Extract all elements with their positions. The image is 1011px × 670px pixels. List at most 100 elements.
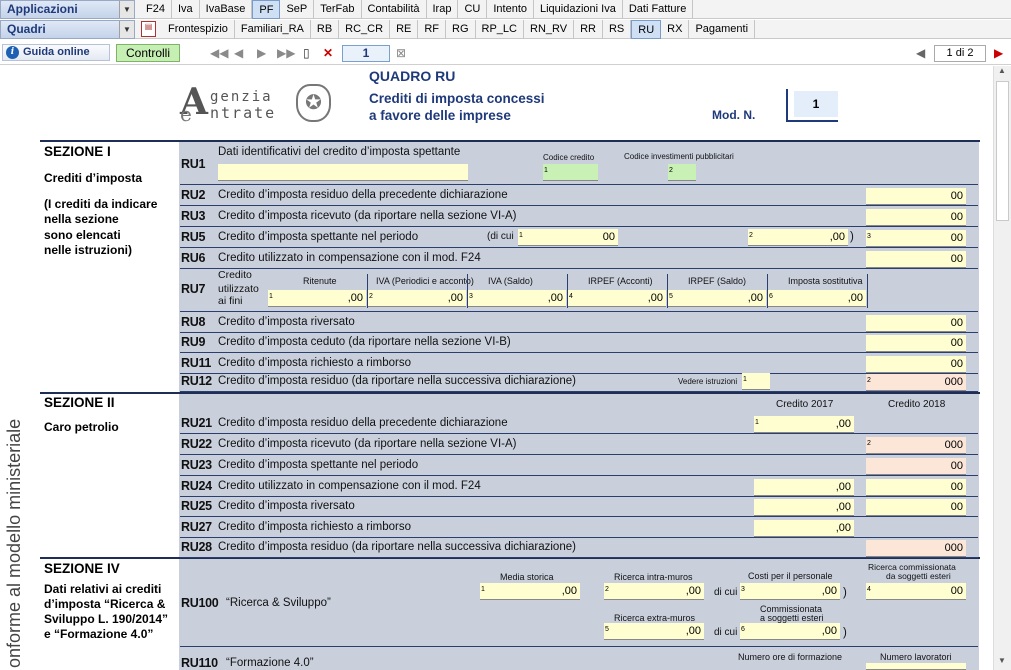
ru100-ricerca-intra[interactable]: 2,00 bbox=[604, 583, 704, 600]
ru1-codice-investimenti[interactable]: 2 bbox=[668, 164, 696, 181]
ru23-field[interactable]: 00 bbox=[866, 458, 966, 475]
ru1-id-field[interactable] bbox=[218, 164, 468, 181]
field-value: 00 bbox=[602, 231, 615, 243]
scroll-up-icon[interactable]: ▲ bbox=[998, 66, 1006, 75]
controlli-button[interactable]: Controlli bbox=[116, 44, 180, 62]
ru100-costi-personale[interactable]: 3,00 bbox=[740, 583, 840, 600]
delete-page-icon[interactable]: ✕ bbox=[323, 46, 333, 60]
ru100-media-storica[interactable]: 1,00 bbox=[480, 583, 580, 600]
scroll-thumb[interactable] bbox=[996, 81, 1009, 221]
tab-intento[interactable]: Intento bbox=[487, 0, 534, 19]
ru7-field-1[interactable]: 1,00 bbox=[268, 290, 366, 307]
tab-dati-fatture[interactable]: Dati Fatture bbox=[623, 0, 694, 19]
tab-rn-rv[interactable]: RN_RV bbox=[524, 20, 575, 39]
field-index: 2 bbox=[749, 232, 753, 239]
ru8-field[interactable]: 00 bbox=[866, 315, 966, 332]
last-page-icon[interactable]: ▶▶ bbox=[277, 46, 295, 60]
applicazioni-combo[interactable]: Applicazioni ▼ bbox=[0, 0, 135, 19]
tab-liquidazioni-iva[interactable]: Liquidazioni Iva bbox=[534, 0, 623, 19]
chevron-down-icon[interactable]: ▼ bbox=[119, 21, 134, 38]
next-module-icon[interactable]: ▶ bbox=[994, 46, 1003, 60]
ru24-field[interactable]: ,00 bbox=[754, 479, 854, 496]
tab-familiari-ra[interactable]: Familiari_RA bbox=[235, 20, 311, 39]
field-index: 1 bbox=[755, 419, 759, 426]
tab-rp-lc[interactable]: RP_LC bbox=[476, 20, 524, 39]
tab-rf[interactable]: RF bbox=[418, 20, 447, 39]
tab-rs[interactable]: RS bbox=[603, 20, 632, 39]
ru25-field[interactable]: 00 bbox=[866, 499, 966, 516]
ru11-field[interactable]: 00 bbox=[866, 356, 966, 373]
ru100-ricerca-extra[interactable]: 5,00 bbox=[604, 623, 704, 640]
ru7-field-6[interactable]: 6,00 bbox=[768, 290, 866, 307]
row-code: RU27 bbox=[181, 520, 212, 534]
row-label: Credito d’imposta riversato bbox=[218, 316, 355, 328]
ru100-ricerca-estera[interactable]: 4 00 bbox=[866, 583, 966, 600]
col-label: Ritenute bbox=[303, 276, 337, 286]
field-value: ,00 bbox=[685, 625, 701, 637]
chevron-down-icon[interactable]: ▼ bbox=[119, 1, 134, 18]
tab-f24[interactable]: F24 bbox=[140, 0, 172, 19]
ru24-field[interactable]: 00 bbox=[866, 479, 966, 496]
ru1-codice-credito[interactable]: 1 bbox=[543, 164, 598, 181]
vertical-scrollbar[interactable]: ▲ ▼ bbox=[993, 66, 1011, 670]
ru7-field-3[interactable]: 3,00 bbox=[468, 290, 566, 307]
tab-rc-cr[interactable]: RC_CR bbox=[339, 20, 391, 39]
first-page-icon[interactable]: ◀◀ bbox=[210, 46, 228, 60]
page-number-field[interactable]: 1 bbox=[342, 45, 390, 62]
prev-page-icon[interactable]: ◀ bbox=[234, 46, 243, 60]
tab-rg[interactable]: RG bbox=[446, 20, 476, 39]
row-label: Credito utilizzato in compensazione con … bbox=[218, 480, 481, 492]
tab-ru[interactable]: RU bbox=[631, 20, 662, 39]
field-value: ,00 bbox=[829, 231, 845, 243]
row-code: RU8 bbox=[181, 315, 206, 329]
tab-re[interactable]: RE bbox=[390, 20, 419, 39]
ru3-field[interactable]: 00 bbox=[866, 209, 966, 226]
mod-number-field[interactable]: 1 bbox=[794, 91, 838, 117]
tab-pagamenti[interactable]: Pagamenti bbox=[689, 20, 756, 39]
ru2-field[interactable]: 00 bbox=[866, 188, 966, 205]
ru9-field[interactable]: 00 bbox=[866, 335, 966, 352]
tab-rx[interactable]: RX bbox=[661, 20, 690, 39]
ru7-field-5[interactable]: 5,00 bbox=[668, 290, 766, 307]
ru5-field[interactable]: 3 00 bbox=[866, 230, 966, 247]
ru21-field[interactable]: 1,00 bbox=[754, 416, 854, 433]
ru5-dicui-2[interactable]: 2,00 bbox=[748, 229, 848, 246]
tab-rb[interactable]: RB bbox=[311, 20, 340, 39]
ru25-field[interactable]: ,00 bbox=[754, 499, 854, 516]
pdf-icon[interactable]: ▤ bbox=[141, 21, 156, 37]
tab-irap[interactable]: Irap bbox=[427, 0, 459, 19]
field-index: 5 bbox=[669, 293, 673, 300]
row-code: RU23 bbox=[181, 458, 212, 472]
tab-frontespizio[interactable]: Frontespizio bbox=[162, 20, 235, 39]
ru7-field-2[interactable]: 2,00 bbox=[368, 290, 466, 307]
ru22-field[interactable]: 2 000 bbox=[866, 437, 966, 454]
guida-online-button[interactable]: i Guida online bbox=[2, 44, 110, 61]
new-page-icon[interactable]: ▯ bbox=[303, 46, 310, 60]
scroll-down-icon[interactable]: ▼ bbox=[998, 656, 1006, 665]
tab-cu[interactable]: CU bbox=[458, 0, 488, 19]
ru6-field[interactable]: 00 bbox=[866, 251, 966, 268]
ru12-field[interactable]: 2 000 bbox=[866, 374, 966, 391]
ru28-field[interactable]: 000 bbox=[866, 540, 966, 557]
tab-rr[interactable]: RR bbox=[574, 20, 603, 39]
tab-iva[interactable]: Iva bbox=[172, 0, 200, 19]
tab-contabilit-[interactable]: Contabilità bbox=[362, 0, 427, 19]
ru100-commissionata-estera[interactable]: 6,00 bbox=[740, 623, 840, 640]
ru5-dicui-1[interactable]: 1 00 bbox=[518, 229, 618, 246]
ru12-vedere-field[interactable]: 1 bbox=[742, 373, 770, 390]
tab-terfab[interactable]: TerFab bbox=[314, 0, 362, 19]
row-code: RU3 bbox=[181, 209, 206, 223]
tab-sep[interactable]: SeP bbox=[280, 0, 315, 19]
goto-page-icon[interactable]: ⊠ bbox=[396, 46, 406, 60]
row-code: RU21 bbox=[181, 416, 212, 430]
next-page-icon[interactable]: ▶ bbox=[257, 46, 266, 60]
ru27-field[interactable]: ,00 bbox=[754, 520, 854, 537]
ru110-lavoratori[interactable] bbox=[866, 663, 966, 670]
row-label: “Formazione 4.0” bbox=[226, 657, 314, 669]
ru7-field-4[interactable]: 4,00 bbox=[568, 290, 666, 307]
tab-pf[interactable]: PF bbox=[252, 0, 281, 19]
tab-ivabase[interactable]: IvaBase bbox=[200, 0, 253, 19]
prev-module-icon[interactable]: ◀ bbox=[916, 46, 925, 60]
field-value: ,00 bbox=[847, 292, 863, 304]
quadri-combo[interactable]: Quadri ▼ bbox=[0, 20, 135, 39]
